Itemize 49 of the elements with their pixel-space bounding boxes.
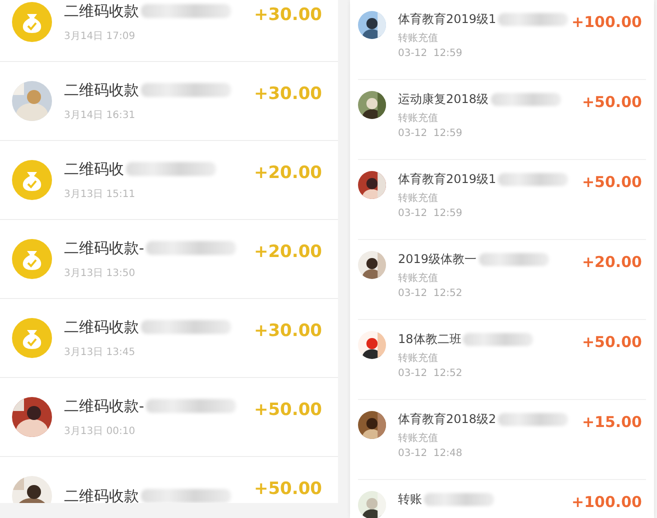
transaction-type: 转账充值 — [398, 432, 439, 445]
transaction-date: 3月13日 00:10 — [64, 424, 136, 438]
transaction-title: 体育教育2019级1 — [398, 11, 496, 28]
transaction-time: 03-12 12:48 — [398, 448, 464, 459]
transaction-date: 3月13日 13:50 — [64, 266, 136, 280]
amount: +20.00 — [254, 163, 322, 183]
transaction-time: 03-12 12:59 — [398, 48, 464, 59]
transaction-type: 转账充值 — [398, 112, 439, 125]
amount: +30.00 — [254, 84, 322, 104]
money-bag-icon — [12, 318, 52, 358]
transaction-time: 03-12 12:59 — [398, 208, 464, 219]
transaction-type: 转账充值 — [398, 272, 439, 285]
transaction-type: 转账充值 — [398, 32, 439, 45]
transaction-title: 18体教二班 — [398, 331, 462, 348]
transaction-date: 3月14日 16:31 — [64, 108, 136, 122]
amount: +50.00 — [254, 400, 322, 420]
transaction-title: 二维码收款 — [64, 318, 139, 336]
amount: +50.00 — [582, 173, 642, 191]
money-bag-icon — [12, 160, 52, 200]
amount: +50.00 — [582, 93, 642, 111]
transaction-time: 03-12 12:59 — [398, 128, 464, 139]
transaction-date: 3月13日 15:11 — [64, 188, 136, 200]
transaction-title: 二维码收款- — [64, 238, 144, 258]
amount: +30.00 — [254, 5, 322, 25]
transaction-title: 二维码收 — [64, 160, 124, 178]
amount: +30.00 — [254, 321, 322, 341]
transaction-title: 二维码收款- — [64, 396, 144, 416]
transaction-title: 转账 — [398, 491, 422, 508]
transaction-title: 2019级体教一 — [398, 251, 477, 268]
transaction-title: 二维码收款 — [64, 80, 139, 100]
amount: +50.00 — [582, 333, 642, 351]
transaction-title: 体育教育2018级2 — [398, 411, 496, 428]
transaction-title: 二维码收款 — [64, 2, 139, 20]
transaction-date: 3月14日 17:09 — [64, 30, 136, 42]
transaction-type: 转账充值 — [398, 352, 439, 365]
transaction-date: 3月13日 13:45 — [64, 346, 136, 358]
amount: +20.00 — [254, 242, 322, 262]
transaction-type: 转账充值 — [398, 192, 439, 205]
amount: +50.00 — [254, 479, 322, 499]
amount: +100.00 — [572, 13, 642, 31]
money-bag-icon — [12, 239, 52, 279]
transaction-title: 体育教育2019级1 — [398, 171, 496, 188]
amount: +15.00 — [582, 413, 642, 431]
transaction-time: 03-12 12:52 — [398, 368, 464, 379]
transaction-time: 03-12 12:52 — [398, 288, 464, 299]
amount: +20.00 — [582, 253, 642, 271]
transaction-title: 运动康复2018级 — [398, 91, 489, 108]
amount: +100.00 — [572, 493, 642, 511]
transaction-title: 二维码收款 — [64, 486, 139, 503]
